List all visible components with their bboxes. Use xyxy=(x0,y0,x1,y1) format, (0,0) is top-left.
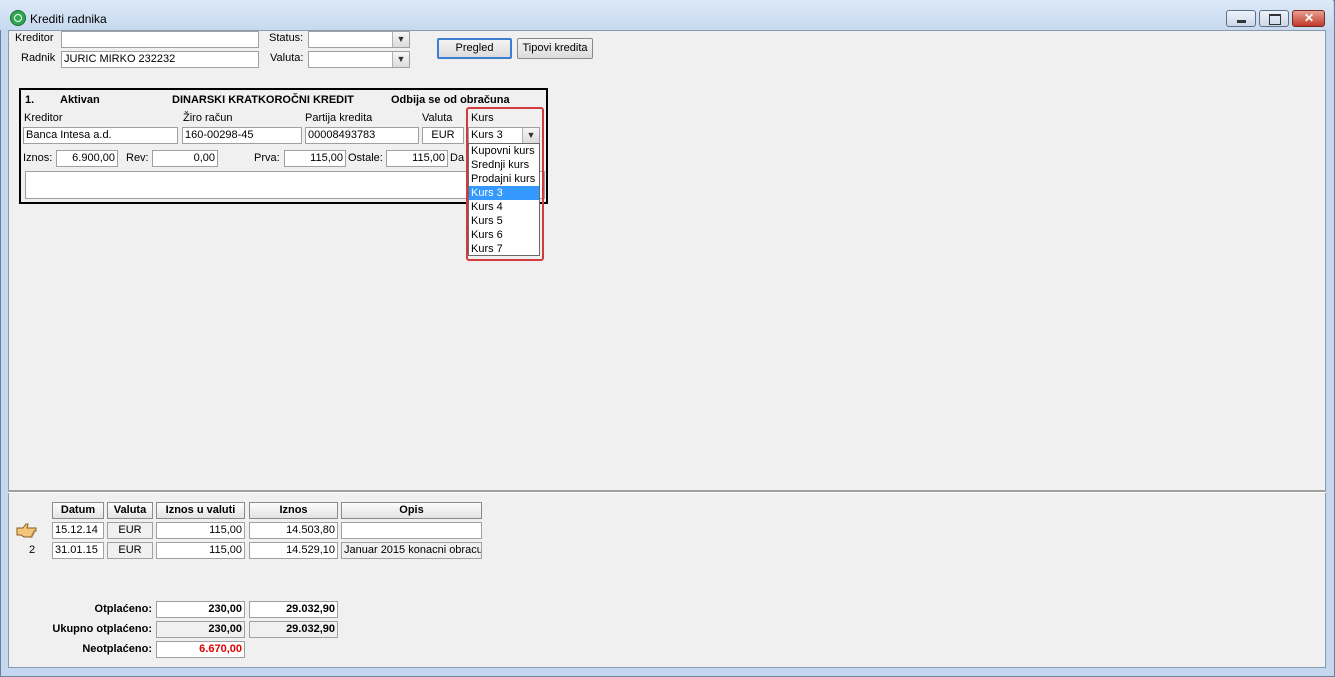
iznos-field[interactable]: 6.900,00 xyxy=(56,150,118,167)
iznos-label: Iznos: xyxy=(23,152,53,164)
neotplaceno-label: Neotplaćeno: xyxy=(82,643,152,655)
kreditor-filter-input[interactable] xyxy=(61,31,259,48)
pregled-button[interactable]: Pregled xyxy=(437,38,512,59)
chevron-down-icon[interactable]: ▼ xyxy=(392,52,409,67)
window-title: Krediti radnika xyxy=(30,12,107,26)
valuta-filter-select[interactable]: ▼ xyxy=(308,51,410,68)
status-label: Status: xyxy=(269,32,304,44)
kreditor-label: Kreditor xyxy=(24,112,63,124)
credit-type: DINARSKI KRATKOROČNI KREDIT xyxy=(172,94,354,106)
ukupno-otplaceno-valuta: 230,00 xyxy=(156,621,245,638)
maximize-button[interactable] xyxy=(1259,10,1289,27)
table-cell-datum[interactable]: 15.12.14 xyxy=(52,522,104,539)
col-datum-header[interactable]: Datum xyxy=(52,502,104,519)
deduction-note: Odbija se od obračuna xyxy=(391,94,510,106)
chevron-down-icon[interactable]: ▼ xyxy=(392,32,409,47)
otplaceno-iznos: 29.032,90 xyxy=(249,601,338,618)
otplaceno-valuta: 230,00 xyxy=(156,601,245,618)
table-cell-iznos[interactable]: 14.503,80 xyxy=(249,522,338,539)
col-valuta-header[interactable]: Valuta xyxy=(107,502,153,519)
table-cell-opis[interactable]: Januar 2015 konacni obracun xyxy=(341,542,482,559)
splitter[interactable] xyxy=(8,490,1326,493)
neotplaceno-valuta: 6.670,00 xyxy=(156,641,245,658)
partija-field[interactable]: 00008493783 xyxy=(305,127,419,144)
table-cell-valuta[interactable]: EUR xyxy=(107,522,153,539)
minimize-button[interactable] xyxy=(1226,10,1256,27)
datum-label: Da xyxy=(450,152,465,164)
app-icon xyxy=(10,10,26,26)
col-opis-header[interactable]: Opis xyxy=(341,502,482,519)
table-cell-valuta[interactable]: EUR xyxy=(107,542,153,559)
valuta-filter-label: Valuta: xyxy=(270,52,304,64)
close-button[interactable]: ✕ xyxy=(1292,10,1325,27)
table-cell-opis[interactable] xyxy=(341,522,482,539)
partija-label: Partija kredita xyxy=(305,112,373,124)
table-cell-datum[interactable]: 31.01.15 xyxy=(52,542,104,559)
valuta-label: Valuta xyxy=(422,112,453,124)
kreditor-filter-label: Kreditor xyxy=(15,32,54,44)
ostale-label: Ostale: xyxy=(348,152,383,164)
ostale-field[interactable]: 115,00 xyxy=(386,150,448,167)
col-iznos-valuta-header[interactable]: Iznos u valuti xyxy=(156,502,245,519)
close-icon: ✕ xyxy=(1304,11,1315,25)
status-select[interactable]: ▼ xyxy=(308,31,410,48)
ukupno-otplaceno-iznos: 29.032,90 xyxy=(249,621,338,638)
radnik-input[interactable]: JURIC MIRKO 232232 xyxy=(61,51,259,68)
tipovi-kredita-button[interactable]: Tipovi kredita xyxy=(517,38,593,59)
ukupno-otplaceno-label: Ukupno otplaćeno: xyxy=(52,623,152,635)
table-cell-iznos[interactable]: 14.529,10 xyxy=(249,542,338,559)
highlight-annotation xyxy=(466,107,544,261)
table-cell-iznos-valuta[interactable]: 115,00 xyxy=(156,542,245,559)
credit-number: 1. xyxy=(25,94,35,106)
rev-label: Rev: xyxy=(126,152,149,164)
kreditor-field[interactable]: Banca Intesa a.d. xyxy=(23,127,178,144)
credit-state: Aktivan xyxy=(60,94,100,106)
pointing-hand-icon xyxy=(16,523,37,538)
valuta-field[interactable]: EUR xyxy=(422,127,464,144)
title-bar[interactable] xyxy=(0,0,1333,30)
col-iznos-header[interactable]: Iznos xyxy=(249,502,338,519)
ziro-label: Žiro račun xyxy=(183,112,233,124)
table-cell-iznos-valuta[interactable]: 115,00 xyxy=(156,522,245,539)
ziro-field[interactable]: 160-00298-45 xyxy=(182,127,302,144)
rev-field[interactable]: 0,00 xyxy=(152,150,218,167)
prva-field[interactable]: 115,00 xyxy=(284,150,346,167)
prva-label: Prva: xyxy=(254,152,280,164)
radnik-label: Radnik xyxy=(21,52,56,64)
otplaceno-label: Otplaćeno: xyxy=(94,603,152,615)
row-marker: 2 xyxy=(29,544,36,556)
